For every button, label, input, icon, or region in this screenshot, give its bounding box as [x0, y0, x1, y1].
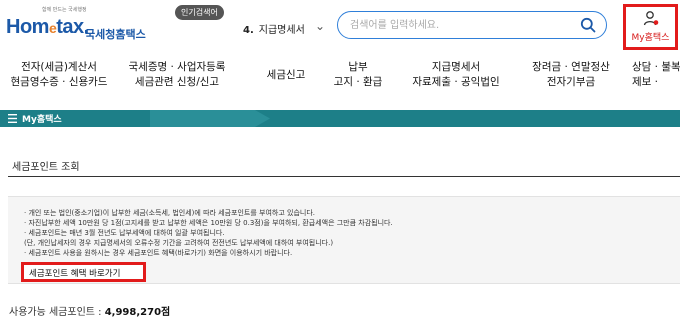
nav-item-line: 상담 · 불복 [632, 61, 680, 73]
logo-korean-name: 국세청홈택스 [85, 28, 146, 41]
nav-item-payment[interactable]: 납부 고지 · 환급 [318, 60, 398, 90]
nav-item-payment-statement[interactable]: 지급명세서 자료제출 · 공익법인 [400, 60, 512, 90]
breadcrumb-arrow-decoration [150, 110, 270, 127]
nav-item-line: 고지 · 환급 [333, 76, 383, 88]
logo-wordmark: Hometax. [6, 16, 89, 38]
main-navigation: 전자(세금)계산서 현금영수증 · 신용카드 국세증명 · 사업자등록 세금관련… [0, 58, 680, 98]
nav-item-line: 전자(세금)계산서 [21, 61, 97, 73]
nav-item-line: 현금영수증 · 신용카드 [10, 76, 108, 88]
nav-item-line: 납부 [348, 61, 368, 73]
shortcut-label: 세금포인트 혜택 바로가기 [29, 269, 121, 279]
available-points: 사용가능 세금포인트 : 4,998,270점 [9, 303, 170, 318]
nav-item-line: 세금신고 [266, 69, 306, 81]
nav-item-tax-filing[interactable]: 세금신고 [251, 68, 321, 83]
points-label: 사용가능 세금포인트 : [9, 307, 102, 318]
points-value: 4,998,270점 [104, 307, 171, 318]
popular-search-badge: 인기검색어 [175, 5, 224, 20]
nav-item-line: 자료제출 · 공익법인 [412, 76, 500, 88]
nav-item-line: 세금관련 신청/신고 [134, 76, 220, 88]
nav-item-line: 지급명세서 [431, 61, 481, 73]
location-title[interactable]: My홈택스 [22, 112, 62, 125]
nav-item-consulting[interactable]: 상담 · 불복 제보 · [632, 60, 680, 90]
popular-search-term[interactable]: 4. 지급명세서 [243, 21, 305, 36]
nav-item-incentives[interactable]: 장려금 · 연말정산 전자기부금 [516, 60, 626, 90]
menu-icon[interactable] [8, 113, 17, 124]
hometax-logo[interactable]: 함께 만드는 국세행정 Hometax. 국세청홈택스 [6, 6, 156, 46]
my-hometax-button[interactable]: My홈택스 [623, 4, 678, 50]
nav-item-certificates[interactable]: 국세증명 · 사업자등록 세금관련 신청/신고 [117, 60, 237, 90]
nav-item-e-invoice[interactable]: 전자(세금)계산서 현금영수증 · 신용카드 [4, 60, 114, 90]
tax-point-benefit-shortcut-button[interactable]: 세금포인트 혜택 바로가기 [21, 262, 146, 282]
search-icon[interactable] [580, 17, 596, 33]
info-line: · 세금포인트는 매년 3월 전년도 납부세액에 대하여 일괄 부여됩니다. [24, 229, 225, 237]
user-icon [643, 11, 659, 26]
info-line: (단, 개인납세자의 경우 지급명세서의 오류수정 기간을 고려하여 전전년도 … [24, 239, 334, 247]
logo-tagline: 함께 만드는 국세행정 [42, 7, 87, 13]
search-input[interactable] [350, 16, 570, 34]
search-box [337, 11, 607, 39]
location-bar: My홈택스 [0, 110, 680, 127]
info-line: · 개인 또는 법인(중소기업)이 납부한 세금(소득세, 법인세)에 따라 세… [24, 209, 316, 217]
header: 함께 만드는 국세행정 Hometax. 국세청홈택스 인기검색어 4. 지급명세… [0, 0, 680, 52]
chevron-down-icon[interactable]: ⌄ [315, 19, 325, 33]
info-line: · 세금포인트 사용을 원하시는 경우 세금포인트 혜택(바로가기) 화면을 이… [24, 249, 293, 257]
nav-item-line: 국세증명 · 사업자등록 [128, 61, 226, 73]
my-hometax-label: My홈택스 [631, 33, 670, 43]
nav-item-line: 제보 · [632, 76, 658, 88]
nav-item-line: 전자기부금 [546, 76, 596, 88]
info-line: · 자진납부한 세액 10만원 당 1점(고지세를 받고 납부한 세액은 10만… [24, 219, 393, 227]
title-divider [8, 176, 680, 177]
page-title: 세금포인트 조회 [12, 162, 80, 173]
nav-item-line: 장려금 · 연말정산 [532, 61, 610, 73]
popular-search[interactable]: 인기검색어 4. 지급명세서 ⌄ [175, 5, 335, 41]
